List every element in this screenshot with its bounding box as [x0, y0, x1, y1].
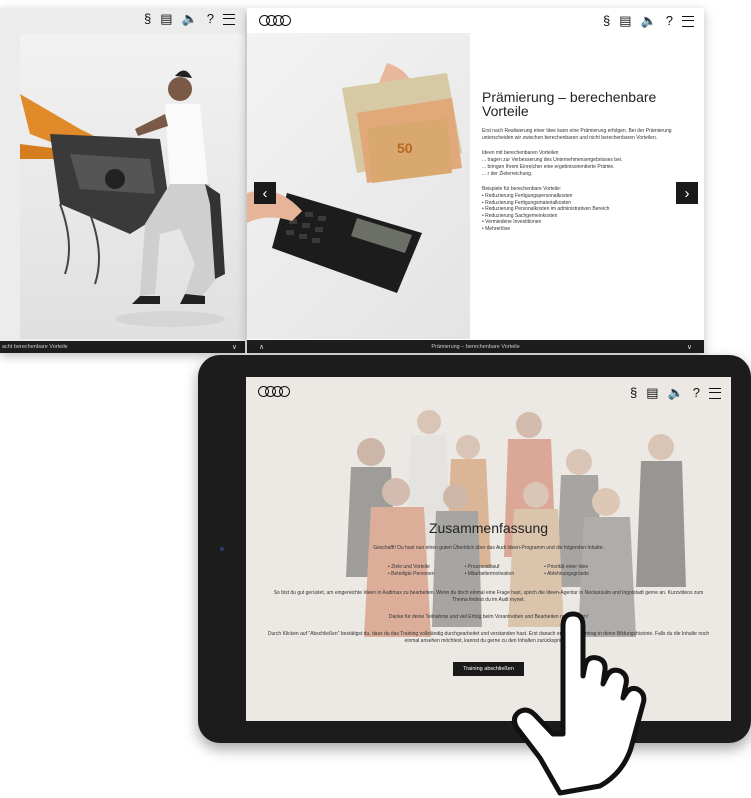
calc-line: ... tragen zur Verbesserung des Unterneh…	[482, 157, 623, 163]
left-toolbar: § ▤ 🔈 ?	[144, 12, 235, 26]
exoskeleton-photo	[20, 34, 245, 339]
list-item: • Reduzierung Fertigungspersonalkosten	[482, 193, 573, 199]
help-icon[interactable]: ?	[666, 14, 673, 28]
chevron-down-icon[interactable]: ∨	[232, 343, 237, 351]
list-item: • Vermiedene Investitionen	[482, 219, 542, 226]
speaker-icon[interactable]: 🔈	[182, 12, 198, 26]
summary-paragraph: So bist du gut gerüstet, um eingereichte…	[273, 590, 704, 603]
speaker-icon[interactable]: 🔈	[668, 386, 684, 400]
audi-logo	[258, 386, 290, 397]
center-footer: ∧ Prämierung – berechenbare Vorteile ∨	[247, 340, 704, 353]
prev-slide-button[interactable]: ‹	[254, 182, 276, 204]
summary-intro: Geschafft! Du hast nun einen guten Überb…	[373, 545, 604, 551]
topic-item: • Ziele und Vorteile	[388, 564, 430, 570]
menu-icon[interactable]	[682, 15, 694, 27]
left-footer-label: acht berechenbare Vorteile	[2, 344, 68, 350]
paragraph-icon[interactable]: §	[630, 386, 637, 400]
chevron-down-icon[interactable]: ∨	[687, 343, 692, 351]
tablet-device: § ▤ 🔈 ? Zusammenfassung Geschafft! Du ha…	[198, 355, 751, 743]
help-icon[interactable]: ?	[207, 12, 214, 26]
topic-item: • Ablehnungsgründe	[544, 571, 589, 577]
page-title: Prämierung – berechenbare Vorteile	[482, 89, 657, 119]
list-item: • Reduzierung Fertigungsmaterialkosten	[482, 199, 572, 206]
center-screen: § ▤ 🔈 ? 50 ‹ › Prämierung – berechenbare…	[247, 8, 704, 353]
left-screen: § ▤ 🔈 ? acht berechenbare Vorteile ∨	[0, 8, 245, 353]
calc-label: Ideen mit berechenbaren Vorteilen	[482, 150, 559, 156]
calc-line: ... r der Zielerreichung.	[482, 171, 533, 177]
topic-item: • Prozessablauf	[464, 564, 500, 570]
center-footer-label: Prämierung – berechenbare Vorteile	[431, 343, 520, 350]
menu-icon[interactable]	[709, 387, 721, 399]
audi-logo	[259, 15, 291, 26]
examples-label: Beispiele für berechenbare Vorteile:	[482, 186, 562, 192]
list-item: • Reduzierung Sachgemeinkosten	[482, 212, 558, 219]
paragraph-icon[interactable]: §	[603, 14, 610, 28]
speaker-icon[interactable]: 🔈	[641, 14, 657, 28]
intro-text: Erst nach Realisierung einer Idee kann e…	[482, 128, 672, 141]
left-footer: acht berechenbare Vorteile ∨	[0, 341, 245, 353]
paragraph-icon[interactable]: §	[144, 12, 151, 26]
topic-item: • Mitarbeitermotivation	[464, 571, 515, 577]
topic-item: • Beteiligte Personen	[388, 571, 435, 577]
tablet-screen: § ▤ 🔈 ? Zusammenfassung Geschafft! Du ha…	[246, 377, 731, 721]
center-toolbar: § ▤ 🔈 ?	[603, 14, 694, 28]
summary-title: Zusammenfassung	[428, 520, 549, 536]
menu-icon[interactable]	[223, 13, 235, 25]
help-icon[interactable]: ?	[693, 386, 700, 400]
calculator-photo: 50	[247, 33, 470, 339]
topics-grid: • Ziele und Vorteile • Beteiligte Person…	[266, 564, 711, 578]
svg-text:50: 50	[397, 140, 413, 156]
list-item: • Reduzierung Personalkosten im administ…	[482, 206, 610, 213]
notes-icon[interactable]: ▤	[619, 14, 631, 28]
notes-icon[interactable]: ▤	[160, 12, 172, 26]
slide-content: Prämierung – berechenbare Vorteile Erst …	[482, 90, 687, 233]
tablet-toolbar: § ▤ 🔈 ?	[630, 386, 721, 400]
topic-item: • Priorität einer Idee	[544, 564, 589, 570]
calc-line: ... bringen Ihrem Einreicher eine ergebn…	[482, 164, 615, 170]
list-item: • Mehrerlöse	[482, 225, 511, 232]
notes-icon[interactable]: ▤	[646, 386, 658, 400]
pointing-hand-icon	[511, 611, 647, 796]
tablet-camera	[220, 547, 224, 551]
chevron-up-icon[interactable]: ∧	[259, 343, 264, 351]
